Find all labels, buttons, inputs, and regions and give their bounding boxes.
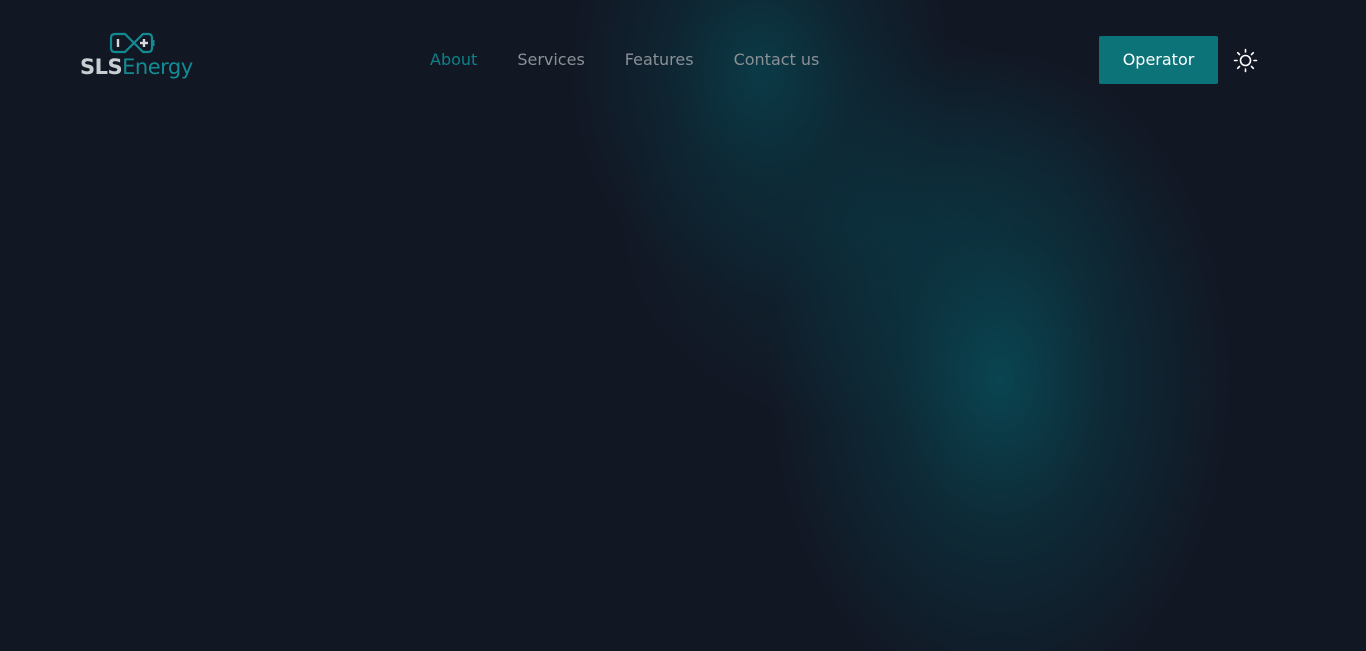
main-nav: About Services Features Contact us — [430, 48, 819, 74]
operator-button[interactable]: Operator — [1099, 36, 1218, 84]
brand-name-sls: SLS — [80, 55, 123, 79]
nav-link-contact[interactable]: Contact us — [734, 48, 820, 74]
sun-icon[interactable] — [1233, 48, 1258, 73]
brand-name-energy: Energy — [122, 55, 193, 79]
nav-link-features[interactable]: Features — [625, 48, 694, 74]
brand-name: SLSEnergy — [80, 54, 193, 80]
logo[interactable]: SLSEnergy — [80, 32, 193, 84]
nav-link-services[interactable]: Services — [517, 48, 584, 74]
battery-icon — [109, 32, 155, 54]
nav-link-about[interactable]: About — [430, 48, 477, 74]
site-header: SLSEnergy About Services Features Contac… — [0, 0, 1366, 120]
